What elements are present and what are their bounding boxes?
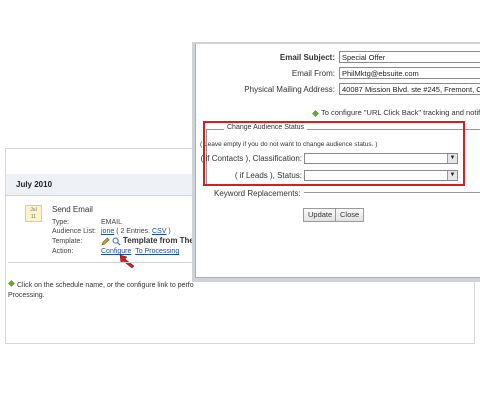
lightbulb-icon <box>8 280 15 287</box>
tip-text: To configure "URL Click Back" tracking a… <box>320 108 480 117</box>
mailing-address-label: Physical Mailing Address: <box>244 85 335 94</box>
tracking-tip: To configure "URL Click Back" tracking a… <box>312 108 480 117</box>
month-header: July 2010 <box>6 174 196 196</box>
event-type-label: Type: <box>52 219 70 226</box>
close-button[interactable]: Close <box>335 208 365 222</box>
mailing-address-field[interactable]: 40087 Mission Blvd. ste #245, Fremont, C… <box>339 83 480 95</box>
date-badge: Jul 11 <box>25 205 42 222</box>
audience-list-link[interactable]: jone <box>101 228 114 235</box>
csv-link[interactable]: CSV <box>152 228 166 235</box>
audience-list-label: Audience List: <box>52 228 96 235</box>
keyword-divider <box>304 192 480 193</box>
email-subject-field[interactable]: Special Offer <box>339 51 480 63</box>
event-title[interactable]: Send Email <box>52 205 93 214</box>
date-month: Jul <box>30 207 37 213</box>
audience-list-value: jone ( 2 Entries. CSV ) <box>101 228 171 235</box>
audience-entries: ( 2 Entries. <box>116 228 151 235</box>
divider <box>8 262 196 263</box>
red-pointer-arrow-icon <box>119 254 135 269</box>
highlight-box <box>203 121 465 186</box>
month-label: July 2010 <box>16 180 53 189</box>
event-type-value: EMAIL <box>101 219 123 226</box>
magnifier-icon[interactable] <box>112 237 121 246</box>
email-from-label: Email From: <box>291 69 335 78</box>
template-name: Template from The <box>122 236 194 245</box>
info-message: Click on the schedule name, or the confi… <box>8 280 198 301</box>
info-text: Click on the schedule name, or the confi… <box>16 282 194 289</box>
audience-close-paren: ) <box>168 228 171 235</box>
action-value: Configure To Processing <box>101 248 179 255</box>
update-button[interactable]: Update <box>303 208 338 222</box>
edit-pencil-icon[interactable] <box>101 237 110 246</box>
keyword-replacements-label: Keyword Replacements: <box>214 189 301 198</box>
info-text-2: Processing. <box>8 292 45 299</box>
template-label: Template: <box>52 238 83 245</box>
email-from-field[interactable]: PhilMktg@ebsuite.com <box>339 67 480 79</box>
lightbulb-icon <box>312 109 319 117</box>
date-day: 11 <box>30 214 37 220</box>
email-subject-label: Email Subject: <box>279 53 335 62</box>
template-value: Template from The <box>101 236 194 246</box>
to-processing-link[interactable]: To Processing <box>135 248 179 255</box>
action-label: Action: <box>52 248 74 255</box>
